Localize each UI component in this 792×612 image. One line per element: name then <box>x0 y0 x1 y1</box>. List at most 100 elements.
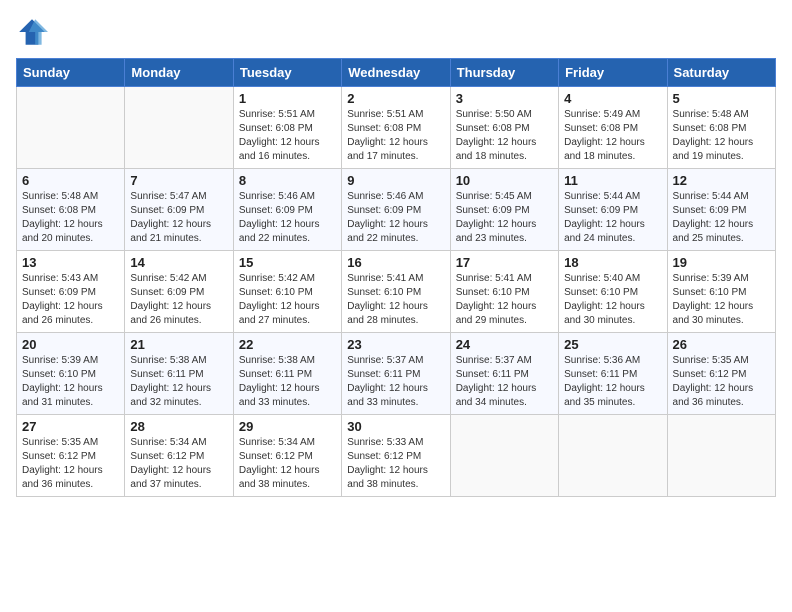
day-info: Sunrise: 5:33 AM Sunset: 6:12 PM Dayligh… <box>347 436 444 492</box>
day-number: 27 <box>22 419 119 434</box>
day-cell: 7 Sunrise: 5:47 AM Sunset: 6:09 PM Daylig… <box>125 169 233 251</box>
calendar: SundayMondayTuesdayWednesdayThursdayFrid… <box>16 58 776 497</box>
day-info: Sunrise: 5:50 AM Sunset: 6:08 PM Dayligh… <box>456 108 553 164</box>
column-header-monday: Monday <box>125 59 233 87</box>
day-info: Sunrise: 5:40 AM Sunset: 6:10 PM Dayligh… <box>564 272 661 328</box>
day-cell: 27 Sunrise: 5:35 AM Sunset: 6:12 PM Dayli… <box>17 415 125 497</box>
day-cell: 17 Sunrise: 5:41 AM Sunset: 6:10 PM Dayli… <box>450 251 558 333</box>
day-cell: 30 Sunrise: 5:33 AM Sunset: 6:12 PM Dayli… <box>342 415 450 497</box>
day-cell: 6 Sunrise: 5:48 AM Sunset: 6:08 PM Daylig… <box>17 169 125 251</box>
day-cell: 26 Sunrise: 5:35 AM Sunset: 6:12 PM Dayli… <box>667 333 775 415</box>
day-cell: 16Sunrise: 5:41 AM Sunset: 6:10 PM Dayli… <box>342 251 450 333</box>
day-info: Sunrise: 5:38 AM Sunset: 6:11 PM Dayligh… <box>130 354 227 410</box>
day-number: 8 <box>239 173 336 188</box>
day-number: 10 <box>456 173 553 188</box>
day-info: Sunrise: 5:35 AM Sunset: 6:12 PM Dayligh… <box>22 436 119 492</box>
day-info: Sunrise: 5:48 AM Sunset: 6:08 PM Dayligh… <box>673 108 770 164</box>
day-number: 26 <box>673 337 770 352</box>
day-info: Sunrise: 5:42 AM Sunset: 6:10 PM Dayligh… <box>239 272 336 328</box>
day-info: Sunrise: 5:48 AM Sunset: 6:08 PM Dayligh… <box>22 190 119 246</box>
day-info: Sunrise: 5:51 AM Sunset: 6:08 PM Dayligh… <box>347 108 444 164</box>
column-header-sunday: Sunday <box>17 59 125 87</box>
day-info: Sunrise: 5:38 AM Sunset: 6:11 PM Dayligh… <box>239 354 336 410</box>
day-cell: 8 Sunrise: 5:46 AM Sunset: 6:09 PM Daylig… <box>233 169 341 251</box>
day-info: Sunrise: 5:46 AM Sunset: 6:09 PM Dayligh… <box>347 190 444 246</box>
day-info: Sunrise: 5:37 AM Sunset: 6:11 PM Dayligh… <box>347 354 444 410</box>
logo-icon <box>16 16 48 48</box>
day-number: 1 <box>239 91 336 106</box>
day-cell: 9Sunrise: 5:46 AM Sunset: 6:09 PM Daylig… <box>342 169 450 251</box>
day-info: Sunrise: 5:34 AM Sunset: 6:12 PM Dayligh… <box>130 436 227 492</box>
day-number: 17 <box>456 255 553 270</box>
day-cell: 21 Sunrise: 5:38 AM Sunset: 6:11 PM Dayli… <box>125 333 233 415</box>
day-cell: 2 Sunrise: 5:51 AM Sunset: 6:08 PM Daylig… <box>342 87 450 169</box>
day-cell: 22 Sunrise: 5:38 AM Sunset: 6:11 PM Dayli… <box>233 333 341 415</box>
day-cell <box>17 87 125 169</box>
day-number: 13 <box>22 255 119 270</box>
day-cell: 29 Sunrise: 5:34 AM Sunset: 6:12 PM Dayli… <box>233 415 341 497</box>
week-row-2: 6 Sunrise: 5:48 AM Sunset: 6:08 PM Daylig… <box>17 169 776 251</box>
week-row-1: 1 Sunrise: 5:51 AM Sunset: 6:08 PM Daylig… <box>17 87 776 169</box>
day-cell: 10 Sunrise: 5:45 AM Sunset: 6:09 PM Dayli… <box>450 169 558 251</box>
day-cell: 3 Sunrise: 5:50 AM Sunset: 6:08 PM Daylig… <box>450 87 558 169</box>
day-cell: 25Sunrise: 5:36 AM Sunset: 6:11 PM Dayli… <box>559 333 667 415</box>
week-row-5: 27 Sunrise: 5:35 AM Sunset: 6:12 PM Dayli… <box>17 415 776 497</box>
day-number: 14 <box>130 255 227 270</box>
day-cell: 19 Sunrise: 5:39 AM Sunset: 6:10 PM Dayli… <box>667 251 775 333</box>
day-cell: 24 Sunrise: 5:37 AM Sunset: 6:11 PM Dayli… <box>450 333 558 415</box>
day-cell: 4Sunrise: 5:49 AM Sunset: 6:08 PM Daylig… <box>559 87 667 169</box>
column-header-friday: Friday <box>559 59 667 87</box>
day-cell: 23 Sunrise: 5:37 AM Sunset: 6:11 PM Dayli… <box>342 333 450 415</box>
day-info: Sunrise: 5:35 AM Sunset: 6:12 PM Dayligh… <box>673 354 770 410</box>
day-number: 6 <box>22 173 119 188</box>
day-number: 20 <box>22 337 119 352</box>
day-cell: 13 Sunrise: 5:43 AM Sunset: 6:09 PM Dayli… <box>17 251 125 333</box>
day-number: 16 <box>347 255 444 270</box>
day-info: Sunrise: 5:44 AM Sunset: 6:09 PM Dayligh… <box>564 190 661 246</box>
day-cell <box>450 415 558 497</box>
day-number: 3 <box>456 91 553 106</box>
day-info: Sunrise: 5:51 AM Sunset: 6:08 PM Dayligh… <box>239 108 336 164</box>
day-number: 22 <box>239 337 336 352</box>
day-info: Sunrise: 5:41 AM Sunset: 6:10 PM Dayligh… <box>456 272 553 328</box>
day-info: Sunrise: 5:46 AM Sunset: 6:09 PM Dayligh… <box>239 190 336 246</box>
day-number: 7 <box>130 173 227 188</box>
day-info: Sunrise: 5:49 AM Sunset: 6:08 PM Dayligh… <box>564 108 661 164</box>
day-cell: 1 Sunrise: 5:51 AM Sunset: 6:08 PM Daylig… <box>233 87 341 169</box>
day-info: Sunrise: 5:36 AM Sunset: 6:11 PM Dayligh… <box>564 354 661 410</box>
day-number: 15 <box>239 255 336 270</box>
day-number: 28 <box>130 419 227 434</box>
day-number: 5 <box>673 91 770 106</box>
page-header <box>16 16 776 48</box>
column-header-wednesday: Wednesday <box>342 59 450 87</box>
column-header-tuesday: Tuesday <box>233 59 341 87</box>
day-cell: 18 Sunrise: 5:40 AM Sunset: 6:10 PM Dayli… <box>559 251 667 333</box>
day-number: 30 <box>347 419 444 434</box>
day-number: 2 <box>347 91 444 106</box>
day-number: 24 <box>456 337 553 352</box>
day-info: Sunrise: 5:45 AM Sunset: 6:09 PM Dayligh… <box>456 190 553 246</box>
day-info: Sunrise: 5:37 AM Sunset: 6:11 PM Dayligh… <box>456 354 553 410</box>
day-number: 19 <box>673 255 770 270</box>
day-info: Sunrise: 5:39 AM Sunset: 6:10 PM Dayligh… <box>673 272 770 328</box>
column-header-thursday: Thursday <box>450 59 558 87</box>
logo <box>16 16 52 48</box>
day-cell <box>667 415 775 497</box>
week-row-4: 20 Sunrise: 5:39 AM Sunset: 6:10 PM Dayli… <box>17 333 776 415</box>
day-cell <box>125 87 233 169</box>
day-number: 12 <box>673 173 770 188</box>
day-number: 29 <box>239 419 336 434</box>
day-number: 21 <box>130 337 227 352</box>
header-row: SundayMondayTuesdayWednesdayThursdayFrid… <box>17 59 776 87</box>
day-number: 18 <box>564 255 661 270</box>
day-cell: 15 Sunrise: 5:42 AM Sunset: 6:10 PM Dayli… <box>233 251 341 333</box>
day-info: Sunrise: 5:43 AM Sunset: 6:09 PM Dayligh… <box>22 272 119 328</box>
day-cell: 12Sunrise: 5:44 AM Sunset: 6:09 PM Dayli… <box>667 169 775 251</box>
day-cell: 14Sunrise: 5:42 AM Sunset: 6:09 PM Dayli… <box>125 251 233 333</box>
day-cell: 28 Sunrise: 5:34 AM Sunset: 6:12 PM Dayli… <box>125 415 233 497</box>
day-info: Sunrise: 5:39 AM Sunset: 6:10 PM Dayligh… <box>22 354 119 410</box>
day-info: Sunrise: 5:34 AM Sunset: 6:12 PM Dayligh… <box>239 436 336 492</box>
day-number: 23 <box>347 337 444 352</box>
day-cell <box>559 415 667 497</box>
day-info: Sunrise: 5:47 AM Sunset: 6:09 PM Dayligh… <box>130 190 227 246</box>
